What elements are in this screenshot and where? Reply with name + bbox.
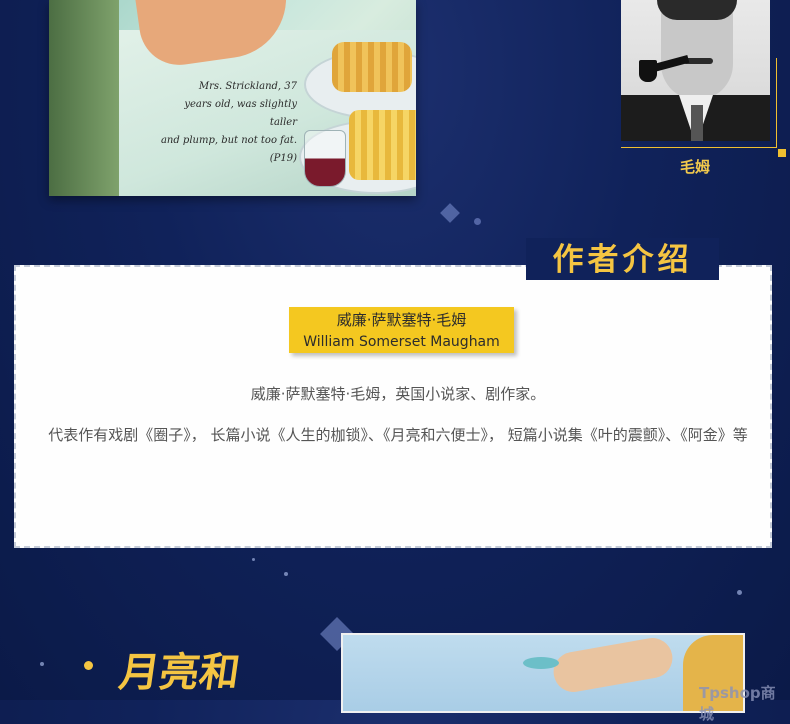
spoon — [523, 657, 559, 669]
author-name-cn: 威廉·萨默塞特·毛姆 — [336, 311, 467, 329]
caption-line: Mrs. Strickland, 37 — [198, 81, 297, 92]
pipe-bowl — [639, 60, 657, 82]
figure-hand — [550, 635, 676, 696]
caption-line: and plump, but not too fat. — [160, 135, 297, 146]
next-section-heading: 月亮和 — [116, 649, 243, 696]
star-decoration — [284, 572, 288, 576]
bio-line: 代表作有戏剧《圈子》， 长篇小说《人生的枷锁》、《月亮和六便士》， 短篇小说集《… — [48, 426, 748, 444]
figure-sleeve — [49, 0, 119, 196]
star-decoration — [40, 662, 44, 666]
wine-glass — [304, 130, 346, 187]
author-name-en: William Somerset Maugham — [303, 334, 500, 350]
diamond-decoration — [440, 203, 460, 223]
author-bio: 威廉·萨默塞特·毛姆，英国小说家、剧作家。 代表作有戏剧《圈子》， 长篇小说《人… — [38, 374, 758, 456]
star-decoration — [737, 590, 742, 595]
novel-illustration: Mrs. Strickland, 37 years old, was sligh… — [49, 0, 416, 196]
author-name-label: 威廉·萨默塞特·毛姆 William Somerset Maugham — [289, 307, 514, 353]
section-title: 作者介绍 — [552, 242, 693, 278]
portrait-frame-line — [621, 147, 777, 148]
star-decoration — [474, 218, 481, 225]
section-title-tab: 作者介绍 — [526, 238, 719, 280]
watermark: Tpshop商城 — [699, 684, 776, 723]
portrait-name: 毛姆 — [680, 158, 711, 176]
author-portrait — [621, 0, 770, 141]
portrait-frame-corner — [778, 149, 786, 157]
caption-line: years old, was slightly taller — [184, 99, 297, 128]
illustration-caption: Mrs. Strickland, 37 years old, was sligh… — [157, 78, 297, 168]
caption-line: (P19) — [269, 153, 297, 164]
star-decoration — [252, 558, 255, 561]
portrait-frame-line — [776, 58, 777, 148]
cake — [332, 42, 412, 92]
portrait-hair — [657, 0, 737, 20]
cake — [349, 110, 416, 180]
portrait-tie — [691, 105, 703, 141]
bottom-illustration — [341, 633, 745, 713]
bio-line: 威廉·萨默塞特·毛姆，英国小说家、剧作家。 — [250, 385, 546, 403]
bullet-dot — [84, 661, 93, 670]
